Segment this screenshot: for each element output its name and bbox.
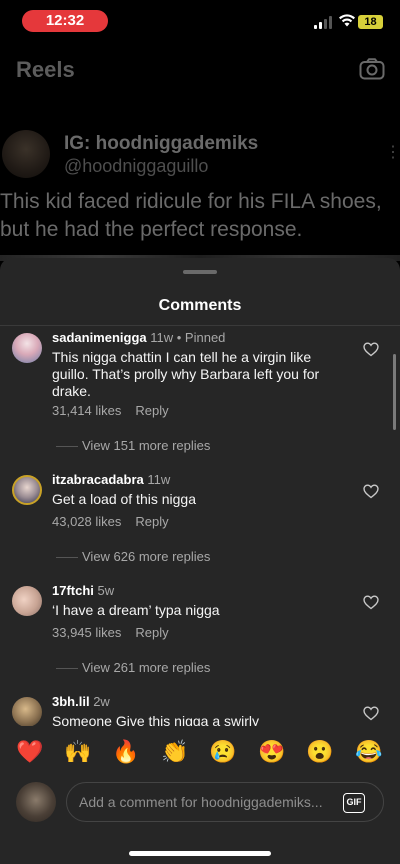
- more-options-icon[interactable]: ⋮: [385, 142, 400, 162]
- emoji-clap[interactable]: 👏: [159, 736, 191, 768]
- comment-actions: 31,414 likes Reply: [52, 403, 169, 418]
- sheet-title: Comments: [158, 297, 242, 314]
- status-bar: 12:32 18: [0, 0, 400, 44]
- likes-count[interactable]: 33,945 likes: [52, 625, 121, 640]
- avatar[interactable]: [12, 586, 42, 616]
- emoji-raised-hands[interactable]: 🙌: [62, 736, 94, 768]
- sheet-drag-handle[interactable]: [183, 270, 217, 274]
- comment-username[interactable]: itzabracadabra 11w: [52, 472, 170, 487]
- comment-username[interactable]: sadanimenigga 11w • Pinned: [52, 330, 225, 345]
- comment-text: This nigga chattin I can tell he a virgi…: [52, 349, 320, 399]
- current-user-avatar[interactable]: [16, 782, 56, 822]
- emoji-fire[interactable]: 🔥: [110, 736, 142, 768]
- battery-indicator: 18: [358, 15, 383, 29]
- comment-actions: 43,028 likes Reply: [52, 514, 169, 529]
- scrollbar[interactable]: [393, 354, 396, 430]
- comment-text: Someone Give this nigga a swirly: [52, 713, 259, 726]
- comment-actions: 33,945 likes Reply: [52, 625, 169, 640]
- reply-button[interactable]: Reply: [135, 625, 168, 640]
- avatar[interactable]: [12, 475, 42, 505]
- reply-button[interactable]: Reply: [135, 514, 168, 529]
- divider: [0, 325, 400, 326]
- emoji-crying[interactable]: 😢: [207, 736, 239, 768]
- wifi-icon: [339, 14, 355, 27]
- view-replies-button[interactable]: View 261 more replies: [56, 660, 210, 675]
- comment-username[interactable]: 17ftchi 5w: [52, 583, 114, 598]
- comment-username[interactable]: 3bh.lil 2w: [52, 694, 110, 709]
- emoji-quick-bar: ❤️ 🙌 🔥 👏 😢 😍 😮 😂: [0, 736, 400, 770]
- comment-item: 3bh.lil 2w Someone Give this nigga a swi…: [0, 694, 400, 726]
- emoji-laughing[interactable]: 😂: [353, 736, 385, 768]
- page-title: Reels: [16, 57, 75, 82]
- status-time: 12:32: [22, 10, 108, 32]
- view-replies-button[interactable]: View 151 more replies: [56, 438, 210, 453]
- post-handle: IG: hoodniggademiks: [64, 133, 259, 154]
- likes-count[interactable]: 43,028 likes: [52, 514, 121, 529]
- heart-icon[interactable]: [363, 342, 379, 357]
- reel-video[interactable]: IG: hoodniggademiks @hoodniggaguillo ⋮ T…: [0, 100, 400, 260]
- view-replies-button[interactable]: View 626 more replies: [56, 549, 210, 564]
- post-subhandle: @hoodniggaguillo: [64, 156, 209, 176]
- gif-button[interactable]: GIF: [343, 793, 365, 813]
- heart-icon[interactable]: [363, 484, 379, 499]
- home-indicator[interactable]: [129, 851, 271, 856]
- heart-icon[interactable]: [363, 595, 379, 610]
- avatar[interactable]: [12, 333, 42, 363]
- comment-input[interactable]: Add a comment for hoodniggademiks... GIF: [66, 782, 384, 822]
- likes-count[interactable]: 31,414 likes: [52, 403, 121, 418]
- camera-icon[interactable]: [359, 58, 385, 80]
- comment-text: ‘I have a dream’ typa nigga: [52, 602, 220, 618]
- heart-icon[interactable]: [363, 706, 379, 721]
- comments-sheet: Comments sadanimenigga 11w • Pinned This…: [0, 258, 400, 864]
- comment-input-placeholder: Add a comment for hoodniggademiks...: [79, 794, 323, 810]
- post-caption: This kid faced ridicule for his FILA sho…: [0, 190, 382, 241]
- reply-button[interactable]: Reply: [135, 403, 168, 418]
- emoji-heart[interactable]: ❤️: [14, 736, 46, 768]
- avatar[interactable]: [12, 697, 42, 726]
- signal-icon: [314, 15, 334, 29]
- post-avatar[interactable]: [2, 130, 50, 178]
- emoji-heart-eyes[interactable]: 😍: [256, 736, 288, 768]
- comment-text: Get a load of this nigga: [52, 491, 196, 507]
- emoji-surprised[interactable]: 😮: [304, 736, 336, 768]
